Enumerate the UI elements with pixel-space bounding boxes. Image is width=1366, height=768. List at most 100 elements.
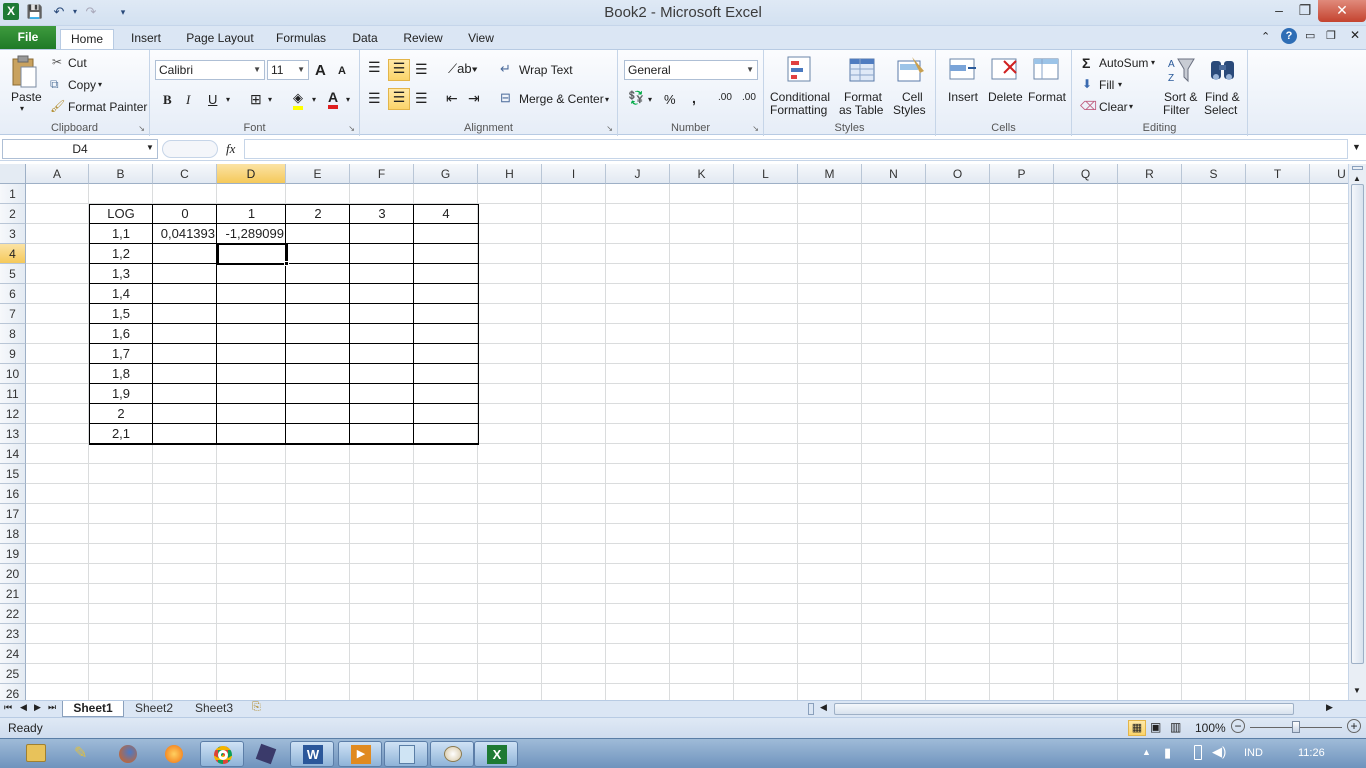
find-select-button[interactable]: Find &: [1205, 90, 1240, 104]
underline-button[interactable]: U: [208, 92, 217, 107]
last-sheet-icon[interactable]: ⏭: [48, 702, 56, 713]
scroll-left-icon[interactable]: ◀: [820, 702, 827, 713]
page-layout-view-icon[interactable]: ▣: [1150, 720, 1161, 734]
comma-button[interactable]: ,: [692, 90, 696, 106]
underline-dropdown-icon[interactable]: ▾: [226, 95, 230, 104]
clock[interactable]: 11:26: [1298, 747, 1325, 759]
tab-data[interactable]: Data: [344, 29, 386, 49]
column-header-s[interactable]: S: [1182, 164, 1246, 184]
language-indicator[interactable]: IND: [1244, 747, 1263, 759]
row-header-25[interactable]: 25: [0, 664, 26, 684]
fill-color-dropdown-icon[interactable]: ▾: [312, 95, 316, 104]
merge-dropdown-icon[interactable]: ▾: [605, 95, 609, 104]
column-header-l[interactable]: L: [734, 164, 798, 184]
autosum-button[interactable]: AutoSum: [1099, 56, 1148, 70]
select-all-corner[interactable]: [0, 164, 26, 184]
column-header-j[interactable]: J: [606, 164, 670, 184]
row-header-14[interactable]: 14: [0, 444, 26, 464]
row-header-2[interactable]: 2: [0, 204, 26, 224]
worksheet-grid[interactable]: ABCDEFGHIJKLMNOPQRSTU 1 2 3 4 5 6 7 8 9 10 11 12 13 1…: [0, 164, 1366, 700]
italic-button[interactable]: I: [186, 92, 190, 108]
row-header-24[interactable]: 24: [0, 644, 26, 664]
cell-b12[interactable]: 2: [89, 404, 153, 424]
cell-d2[interactable]: 1: [217, 204, 286, 224]
formula-bar-toggle[interactable]: [162, 140, 218, 158]
row-header-10[interactable]: 10: [0, 364, 26, 384]
format-as-table-label2[interactable]: as Table: [839, 103, 883, 117]
cell-b13[interactable]: 2,1: [89, 424, 153, 444]
row-header-7[interactable]: 7: [0, 304, 26, 324]
column-header-o[interactable]: O: [926, 164, 990, 184]
explorer-taskbar-icon[interactable]: [14, 741, 58, 767]
tab-split-handle[interactable]: [808, 703, 814, 715]
insert-cells-button[interactable]: Insert: [948, 90, 978, 104]
horizontal-scroll-thumb[interactable]: [834, 703, 1294, 715]
row-header-4[interactable]: 4: [0, 244, 26, 264]
column-header-q[interactable]: Q: [1054, 164, 1118, 184]
borders-icon[interactable]: ⊞: [250, 91, 262, 108]
align-top-icon[interactable]: ☰: [368, 59, 381, 76]
column-header-t[interactable]: T: [1246, 164, 1310, 184]
cell-b5[interactable]: 1,3: [89, 264, 153, 284]
column-header-r[interactable]: R: [1118, 164, 1182, 184]
sheet-tab-sheet2[interactable]: Sheet2: [126, 701, 182, 717]
font-launcher-icon[interactable]: ↘: [348, 124, 355, 133]
row-header-17[interactable]: 17: [0, 504, 26, 524]
currency-icon[interactable]: 💱: [628, 90, 644, 106]
shrink-font-button[interactable]: A: [338, 65, 346, 77]
scroll-split-handle[interactable]: [1352, 166, 1363, 170]
row-header-11[interactable]: 11: [0, 384, 26, 404]
number-format-combo[interactable]: General ▼: [624, 60, 758, 80]
column-header-e[interactable]: E: [286, 164, 350, 184]
normal-view-icon[interactable]: ▦: [1128, 720, 1146, 736]
paint-taskbar-icon[interactable]: [430, 741, 474, 767]
column-header-p[interactable]: P: [990, 164, 1054, 184]
page-break-view-icon[interactable]: ▥: [1170, 720, 1181, 734]
tab-insert[interactable]: Insert: [122, 29, 170, 49]
format-as-table-button[interactable]: Format: [844, 90, 882, 104]
row-header-5[interactable]: 5: [0, 264, 26, 284]
borders-dropdown-icon[interactable]: ▾: [268, 95, 272, 104]
minimize-button[interactable]: –: [1266, 0, 1292, 22]
row-header-26[interactable]: 26: [0, 684, 26, 700]
row-header-21[interactable]: 21: [0, 584, 26, 604]
row-header-16[interactable]: 16: [0, 484, 26, 504]
excel-taskbar-icon[interactable]: X: [474, 741, 518, 767]
row-header-19[interactable]: 19: [0, 544, 26, 564]
minimize-ribbon-icon[interactable]: ⌃: [1261, 30, 1270, 43]
row-header-23[interactable]: 23: [0, 624, 26, 644]
row-header-22[interactable]: 22: [0, 604, 26, 624]
currency-dropdown-icon[interactable]: ▾: [648, 95, 652, 104]
scroll-up-icon[interactable]: ▲: [1353, 174, 1361, 183]
clipboard-launcher-icon[interactable]: ↘: [138, 124, 145, 133]
battery-icon[interactable]: [1194, 745, 1202, 760]
close-button[interactable]: ✕: [1318, 0, 1366, 22]
align-middle-icon[interactable]: ☰: [388, 59, 410, 81]
row-header-1[interactable]: 1: [0, 184, 26, 204]
copy-dropdown-icon[interactable]: ▾: [98, 80, 102, 89]
tab-file[interactable]: File: [0, 26, 56, 49]
cell-b9[interactable]: 1,7: [89, 344, 153, 364]
column-header-b[interactable]: B: [89, 164, 153, 184]
sort-filter-button[interactable]: Sort &: [1164, 90, 1197, 104]
fill-dropdown-icon[interactable]: ▾: [1118, 80, 1122, 89]
zoom-level[interactable]: 100%: [1195, 721, 1226, 735]
format-painter-button[interactable]: Format Painter: [68, 100, 147, 114]
align-right-icon[interactable]: ☰: [415, 90, 428, 107]
column-header-k[interactable]: K: [670, 164, 734, 184]
font-size-combo[interactable]: 11 ▼: [267, 60, 309, 80]
tab-home[interactable]: Home: [60, 29, 114, 50]
percent-button[interactable]: %: [664, 92, 676, 107]
format-cells-button[interactable]: Format: [1028, 90, 1066, 104]
cell-b10[interactable]: 1,8: [89, 364, 153, 384]
cell-d3[interactable]: -1,289099: [217, 224, 286, 244]
workbook-minimize-icon[interactable]: ▭: [1305, 29, 1315, 42]
scroll-right-icon[interactable]: ▶: [1326, 702, 1333, 713]
prev-sheet-icon[interactable]: ◀: [20, 702, 27, 713]
align-left-icon[interactable]: ☰: [368, 90, 381, 107]
row-header-9[interactable]: 9: [0, 344, 26, 364]
vertical-scroll-thumb[interactable]: [1351, 184, 1364, 664]
first-sheet-icon[interactable]: ⏮: [4, 702, 12, 713]
name-box[interactable]: D4: [2, 139, 158, 159]
zoom-out-icon[interactable]: −: [1231, 719, 1245, 733]
